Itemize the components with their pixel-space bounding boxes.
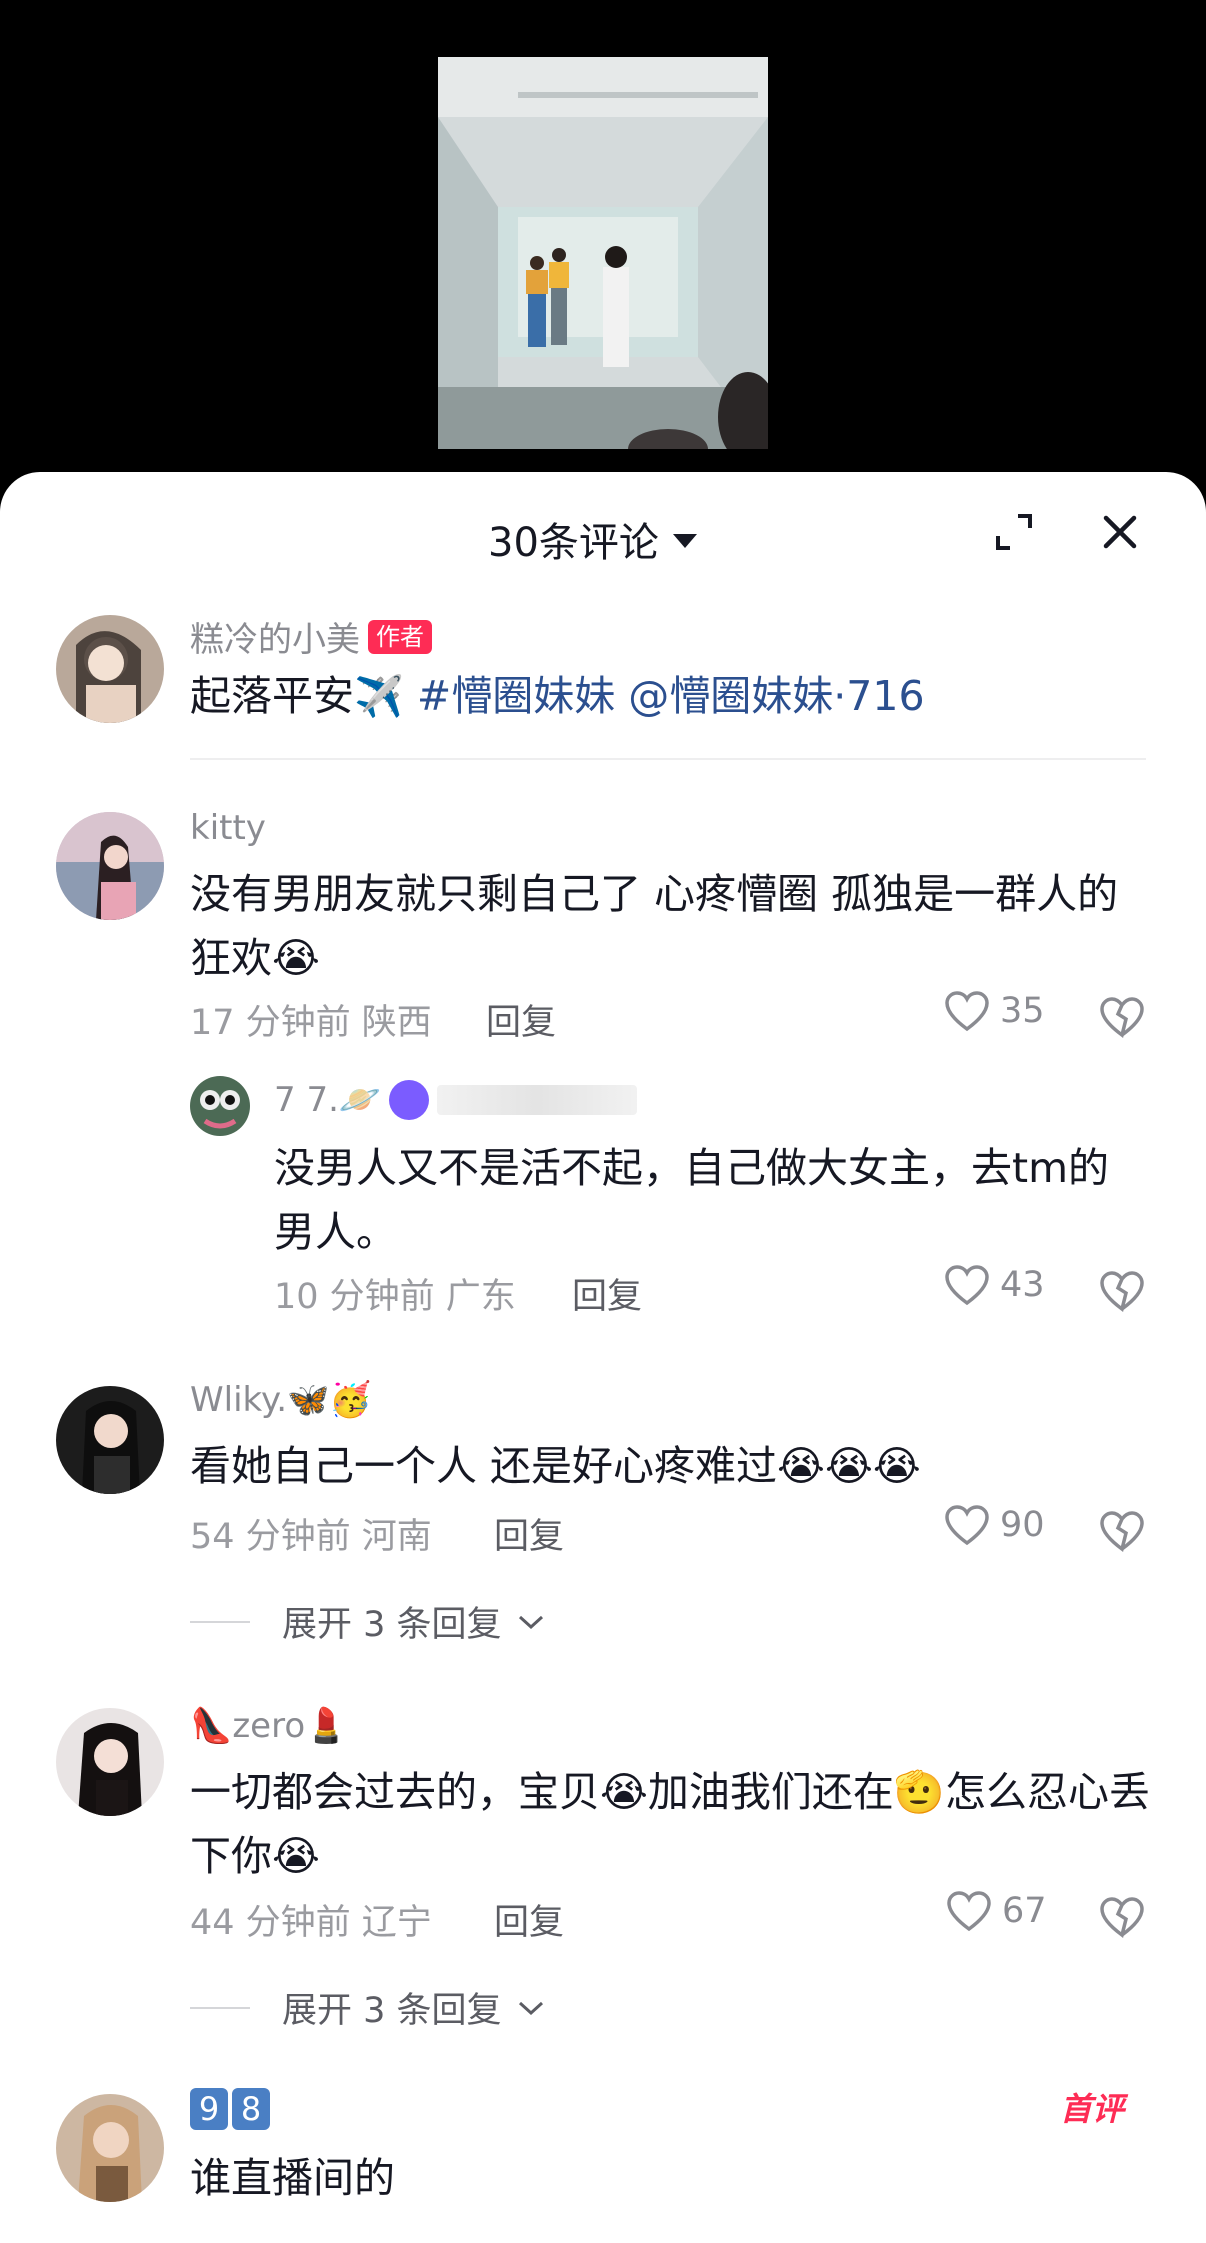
- username-text: 👠zero💄: [190, 1706, 348, 1746]
- avatar[interactable]: [190, 1076, 250, 1136]
- hashtag-link[interactable]: #懵圈妹妹 @懵圈妹妹·716: [417, 672, 925, 720]
- video-thumbnail[interactable]: [438, 57, 768, 449]
- avatar[interactable]: [56, 615, 164, 723]
- comments-header: 30条评论: [0, 472, 1206, 592]
- broken-heart-icon: [1100, 1511, 1144, 1552]
- comment-text: 谁直播间的: [190, 2154, 395, 2202]
- comment-text-plain: 起落平安: [190, 672, 354, 720]
- comment-username[interactable]: kitty: [190, 808, 266, 848]
- comment-username[interactable]: 👠zero💄: [190, 1706, 347, 1746]
- reply-button[interactable]: 回复: [486, 994, 556, 1045]
- dislike-button[interactable]: [1098, 1508, 1146, 1552]
- divider: [190, 758, 1146, 760]
- comment-text: 起落平安✈️ #懵圈妹妹 @懵圈妹妹·716: [190, 664, 1150, 729]
- number-badge: 9 8: [190, 2088, 270, 2130]
- level-badge-icon: [389, 1080, 430, 1120]
- comment-username[interactable]: Wliky.🦋🥳: [190, 1380, 372, 1420]
- expand-replies-button[interactable]: 展开 3 条回复: [190, 1982, 546, 2033]
- like-count: 35: [1000, 991, 1045, 1031]
- chevron-down-icon: [518, 2001, 543, 2015]
- dislike-button[interactable]: [1098, 1268, 1146, 1312]
- comment-count-dropdown[interactable]: 30条评论: [488, 510, 697, 568]
- close-icon[interactable]: [1100, 512, 1140, 552]
- avatar[interactable]: [56, 812, 164, 920]
- video-area[interactable]: [0, 0, 1206, 480]
- broken-heart-icon: [1100, 1271, 1144, 1312]
- username-text: Wliky.🦋🥳: [190, 1380, 372, 1420]
- reply-button[interactable]: 回复: [494, 1894, 564, 1945]
- heart-icon: [945, 991, 989, 1032]
- reply-button[interactable]: 回复: [572, 1268, 642, 1319]
- dislike-button[interactable]: [1098, 994, 1146, 1038]
- comments-sheet: 30条评论 糕冷的小美 作者 起落平安✈️ #懵圈妹妹 @懵圈妹妹·716 ki…: [0, 472, 1206, 2243]
- caret-down-icon: [672, 534, 697, 548]
- dislike-button[interactable]: [1098, 1894, 1146, 1938]
- avatar[interactable]: [56, 2094, 164, 2202]
- digit-badge: 9: [190, 2088, 228, 2130]
- username-text: 7 7.🪐: [274, 1080, 382, 1120]
- broken-heart-icon: [1100, 1897, 1144, 1938]
- like-button[interactable]: 67: [946, 1890, 1047, 1932]
- comment-text: 一切都会过去的，宝贝😭加油我们还在🫡怎么忍心丢下你😭: [190, 1768, 1150, 1880]
- username-text: 糕冷的小美: [190, 620, 360, 660]
- comment-time-location: 54 分钟前 河南: [190, 1517, 432, 1557]
- comment-text: 没男人又不是活不起，自己做大女主，去tm的男人。: [274, 1144, 1110, 1256]
- expand-replies-label: 展开 3 条回复: [282, 1605, 502, 1645]
- like-count: 90: [1000, 1505, 1045, 1545]
- expand-replies-button[interactable]: 展开 3 条回复: [190, 1596, 546, 1647]
- chevron-down-icon: [518, 1615, 543, 1629]
- comment-time-location: 17 分钟前 陕西: [190, 1003, 432, 1043]
- comment-username[interactable]: 9 8: [190, 2088, 270, 2130]
- comment-username[interactable]: 糕冷的小美 作者: [190, 612, 432, 661]
- expand-icon[interactable]: [994, 512, 1034, 552]
- expand-replies-label: 展开 3 条回复: [282, 1991, 502, 2031]
- like-button[interactable]: 90: [944, 1504, 1045, 1546]
- like-button[interactable]: 43: [944, 1264, 1045, 1306]
- comment-username[interactable]: 7 7.🪐: [274, 1080, 638, 1120]
- like-count: 43: [1000, 1265, 1045, 1305]
- video-frame-image: [438, 57, 768, 449]
- blurred-tag: [437, 1085, 638, 1115]
- username-text: kitty: [190, 808, 266, 848]
- comment-time-location: 10 分钟前 广东: [274, 1277, 516, 1317]
- first-comment-badge: 首评: [1060, 2090, 1125, 2128]
- broken-heart-icon: [1100, 997, 1144, 1038]
- heart-icon: [947, 1891, 991, 1932]
- comment-text: 没有男朋友就只剩自己了 心疼懵圈 孤独是一群人的狂欢😭: [190, 870, 1119, 982]
- comment-count-label: 30条评论: [488, 520, 659, 566]
- comment-text: 看她自己一个人 还是好心疼难过😭😭😭: [190, 1442, 921, 1490]
- heart-icon: [945, 1265, 989, 1306]
- avatar[interactable]: [56, 1708, 164, 1816]
- heart-icon: [945, 1505, 989, 1546]
- like-button[interactable]: 35: [944, 990, 1045, 1032]
- reply-button[interactable]: 回复: [494, 1508, 564, 1559]
- author-badge: 作者: [368, 619, 432, 654]
- digit-badge: 8: [232, 2088, 270, 2130]
- airplane-emoji: ✈️: [354, 674, 404, 720]
- like-count: 67: [1002, 1891, 1047, 1931]
- comment-time-location: 44 分钟前 辽宁: [190, 1903, 432, 1943]
- avatar[interactable]: [56, 1386, 164, 1494]
- expand-line: [190, 1620, 250, 1623]
- expand-line: [190, 2006, 250, 2009]
